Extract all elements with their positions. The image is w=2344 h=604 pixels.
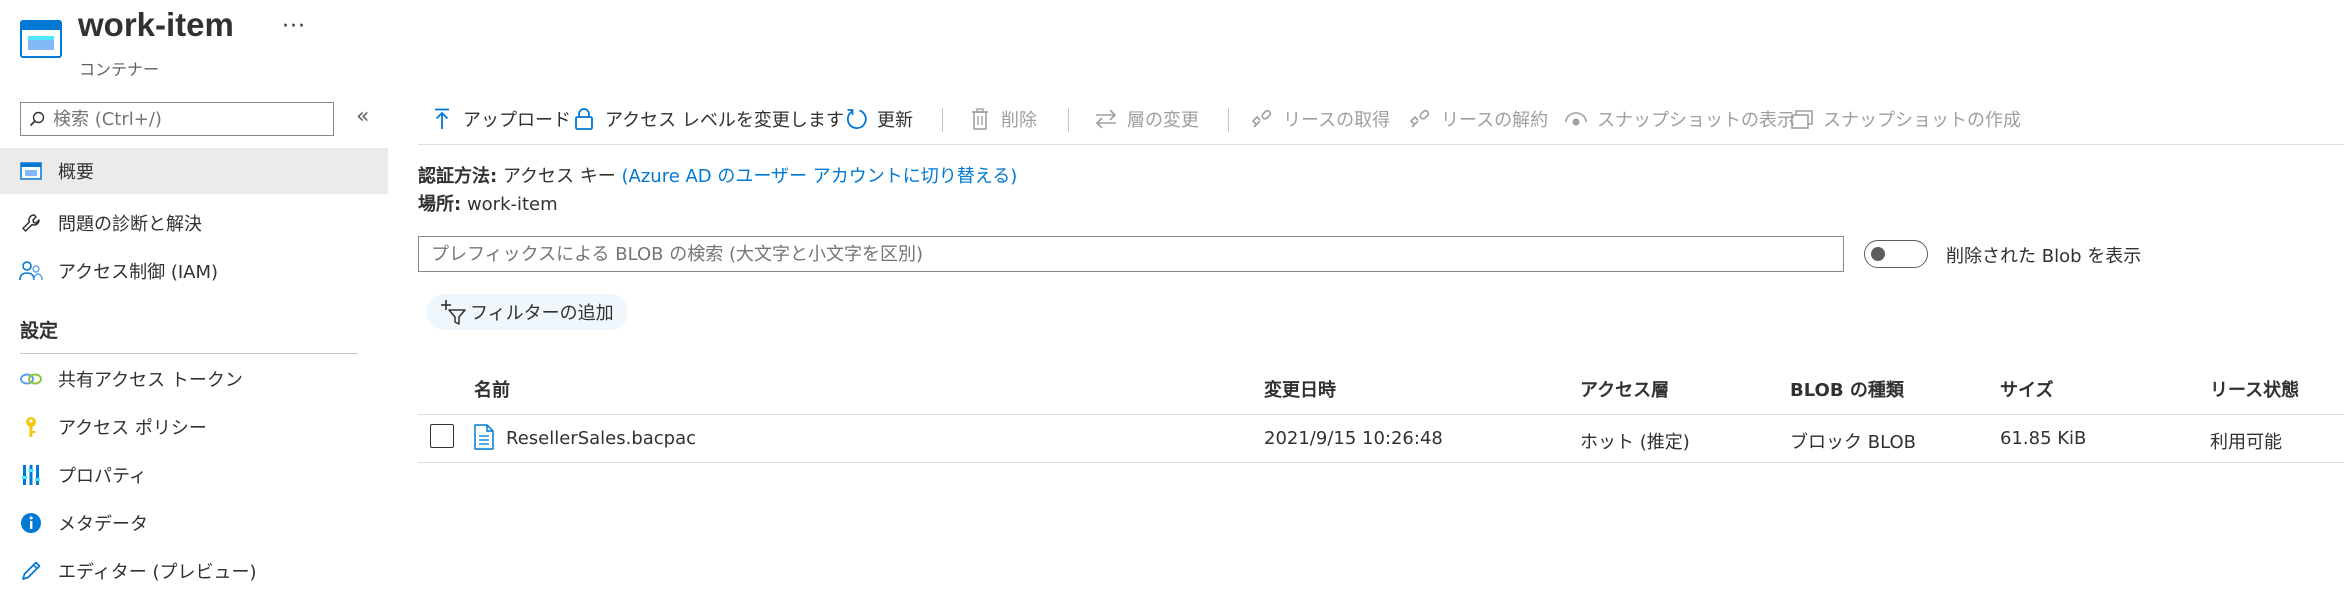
sidebar-item-properties[interactable]: プロパティ [0,452,388,498]
sidebar-item-label: 共有アクセス トークン [58,370,243,391]
add-filter-button[interactable]: フィルターの追加 [426,294,628,330]
command-bar: アップロード アクセス レベルを変更します 更新 削除 層の変更 リースの取得 [418,98,2344,145]
cell-blob-type: ブロック BLOB [1790,432,1916,453]
add-filter-icon [441,300,466,325]
table-row-divider [418,462,2344,463]
page-header: work-item コンテナー ··· [0,0,2344,80]
sidebar-search[interactable] [20,102,334,136]
page-subtitle: コンテナー [79,60,160,79]
lock-icon [572,107,596,131]
row-checkbox[interactable] [430,424,454,448]
column-header-access-tier[interactable]: アクセス層 [1580,376,1669,402]
column-header-name[interactable]: 名前 [474,376,510,402]
trash-icon [968,107,992,131]
section-divider [20,353,358,354]
sidebar-item-editor[interactable]: エディター (プレビュー) [0,548,388,594]
sidebar-item-metadata[interactable]: メタデータ [0,500,388,546]
create-snapshot-button[interactable]: スナップショットの作成 [1790,98,2021,140]
swap-arrows-icon [1094,107,1118,131]
info-icon [18,510,44,536]
blob-prefix-search-input[interactable] [419,237,1833,271]
view-snapshots-button[interactable]: スナップショットの表示 [1564,98,1795,140]
sidebar-item-label: エディター (プレビュー) [58,562,257,583]
table-header-divider [418,414,2344,415]
settings-section-heading: 設定 [20,320,59,342]
switch-to-azure-ad-link[interactable]: (Azure AD のユーザー アカウントに切り替える) [622,166,1018,187]
file-icon [474,424,494,450]
search-icon [29,111,45,127]
sidebar-item-label: アクセス制御 (IAM) [58,262,219,283]
location-value: work-item [466,194,558,215]
show-deleted-blobs-label: 削除された Blob を表示 [1946,246,2142,267]
toggle-knob [1871,247,1885,261]
sidebar-item-sas[interactable]: 共有アクセス トークン [0,356,388,402]
delete-button[interactable]: 削除 [968,98,1037,140]
page-title: work-item [78,6,234,43]
toolbar-separator [942,108,943,132]
show-deleted-blobs-toggle[interactable] [1864,240,1928,268]
auth-method-label: 認証方法: [418,166,498,187]
column-header-size[interactable]: サイズ [2000,376,2053,402]
auth-method-line: 認証方法: アクセス キー (Azure AD のユーザー アカウントに切り替え… [418,162,1017,188]
sidebar-item-label: 問題の診断と解決 [58,214,202,235]
container-icon [20,20,62,58]
key-icon [18,414,44,440]
break-lease-button[interactable]: リースの解約 [1408,98,1548,140]
lease-icon [1250,107,1274,131]
more-options-button[interactable]: ··· [282,14,306,39]
column-header-modified[interactable]: 変更日時 [1264,376,1336,402]
eye-icon [1564,107,1588,131]
blob-search-box[interactable] [418,236,1844,272]
sidebar-item-label: メタデータ [58,514,148,535]
location-line: 場所: work-item [418,190,558,216]
link-icon [18,366,44,392]
refresh-icon [844,107,868,131]
upload-button[interactable]: アップロード [430,98,571,140]
sidebar-item-iam[interactable]: アクセス制御 (IAM) [0,248,388,294]
cell-lease-state: 利用可能 [2210,432,2282,453]
cell-size: 61.85 KiB [2000,428,2087,449]
column-header-lease-state[interactable]: リース状態 [2210,376,2299,402]
refresh-button[interactable]: 更新 [844,98,913,140]
change-access-level-button[interactable]: アクセス レベルを変更します [572,98,844,140]
collapse-sidebar-button[interactable]: « [356,104,369,129]
sidebar-item-label: アクセス ポリシー [58,418,207,439]
auth-method-value: アクセス キー [502,166,616,187]
lease-break-icon [1408,107,1432,131]
sidebar-item-access-policy[interactable]: アクセス ポリシー [0,404,388,450]
upload-icon [430,107,454,131]
acquire-lease-button[interactable]: リースの取得 [1250,98,1390,140]
sidebar-item-label: プロパティ [58,466,147,487]
properties-icon [18,462,44,488]
wrench-icon [18,210,44,236]
column-header-blob-type[interactable]: BLOB の種類 [1790,376,1904,402]
sidebar-item-overview[interactable]: 概要 [0,148,388,194]
people-icon [18,258,44,284]
location-label: 場所: [418,194,462,215]
cell-modified: 2021/9/15 10:26:48 [1264,428,1443,449]
pencil-icon [18,558,44,584]
container-icon [18,158,44,184]
toolbar-separator [1068,108,1069,132]
cell-access-tier: ホット (推定) [1580,432,1690,453]
sidebar-item-diagnose[interactable]: 問題の診断と解決 [0,200,388,246]
blob-name-link[interactable]: ResellerSales.bacpac [506,428,696,449]
toolbar-separator [1228,108,1229,132]
sidebar: « 概要 問題の診断と解決 アクセス制御 (IAM) 設定 共有アクセス トーク… [0,90,388,604]
snapshot-icon [1790,107,1814,131]
sidebar-item-label: 概要 [58,162,94,183]
change-tier-button[interactable]: 層の変更 [1094,98,1199,140]
sidebar-search-input[interactable] [51,107,315,131]
